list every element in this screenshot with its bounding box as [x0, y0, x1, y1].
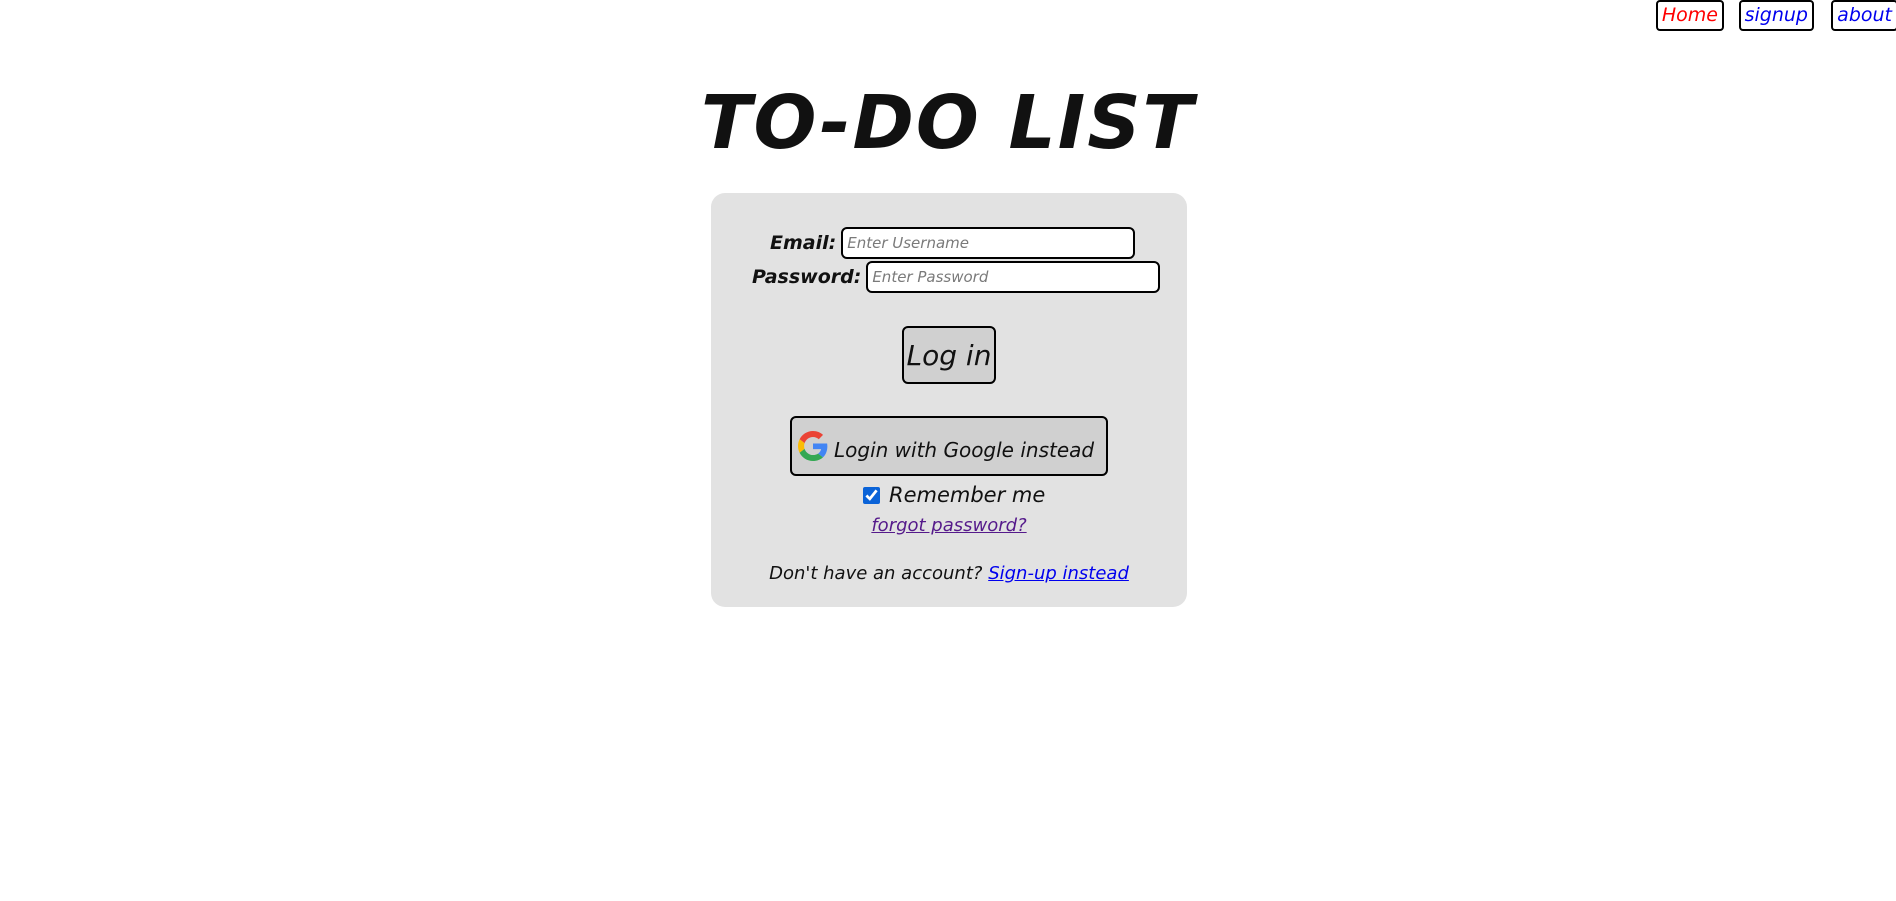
nav-about-link[interactable]: about: [1831, 0, 1896, 31]
password-field[interactable]: [866, 261, 1161, 293]
google-login-label: Login with Google instead: [834, 438, 1095, 462]
remember-row: Remember me: [863, 480, 1045, 510]
email-field[interactable]: [841, 227, 1136, 259]
nav-signup-link[interactable]: signup: [1738, 0, 1814, 31]
remember-label: Remember me: [889, 483, 1046, 507]
google-login-button[interactable]: Login with Google instead: [790, 416, 1108, 476]
email-row: Email:: [770, 226, 1136, 260]
signup-instead-link[interactable]: Sign-up instead: [988, 563, 1129, 584]
remember-checkbox[interactable]: [863, 486, 880, 504]
no-account-row: Don't have an account? Sign-up instead: [711, 563, 1187, 584]
forgot-row: forgot password?: [711, 515, 1187, 536]
page-title: TO-DO LIST: [700, 80, 1196, 166]
password-label: Password:: [752, 266, 862, 288]
login-card: Email: Password: Log in Login with Googl…: [711, 193, 1187, 607]
login-button[interactable]: Log in: [902, 326, 996, 384]
password-row: Password:: [752, 260, 1161, 294]
email-label: Email:: [770, 232, 837, 254]
no-account-text: Don't have an account?: [769, 563, 983, 584]
nav-home-link[interactable]: Home: [1655, 0, 1724, 31]
google-g-icon: [798, 431, 828, 461]
forgot-password-link[interactable]: forgot password?: [871, 515, 1026, 536]
